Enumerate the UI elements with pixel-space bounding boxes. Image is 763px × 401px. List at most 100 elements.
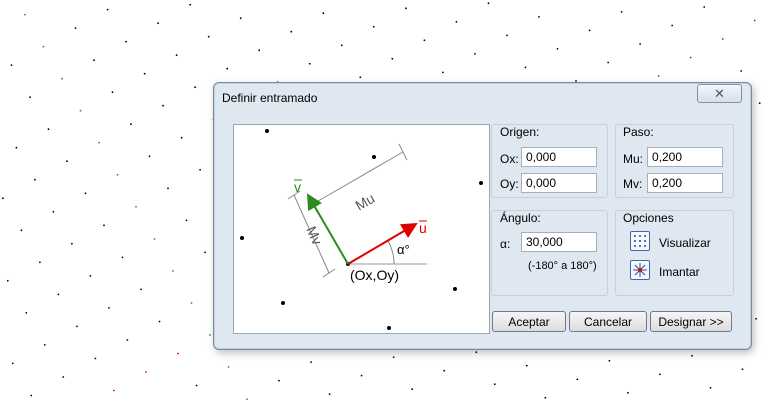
background-dot [755, 317, 757, 320]
background-dot [143, 72, 146, 75]
alpha-label: α° [397, 242, 410, 257]
background-dot [544, 396, 547, 399]
u-label: u [419, 220, 427, 236]
background-dot [71, 242, 73, 245]
background-dot [405, 7, 407, 10]
background-dot [392, 356, 395, 358]
background-dot [106, 8, 109, 11]
background-dot [66, 160, 68, 163]
dialog-title: Definir entramado [222, 91, 318, 105]
background-dot [76, 325, 78, 328]
mu-label: Mu: [623, 152, 644, 166]
angulo-label: Ángulo: [500, 211, 541, 225]
background-dot [740, 70, 743, 72]
ox-label: Ox: [500, 152, 519, 166]
oy-input[interactable] [521, 173, 597, 193]
visualizar-label[interactable]: Visualizar [659, 236, 711, 250]
mu-input[interactable] [647, 147, 723, 167]
background-dot [442, 71, 444, 74]
background-dot [153, 238, 156, 240]
background-dot [359, 76, 362, 79]
background-dot [98, 141, 100, 144]
background-dot [721, 38, 724, 40]
background-dot [493, 383, 496, 386]
background-dot [145, 371, 147, 373]
background-dot [15, 146, 18, 149]
close-icon: ✕ [714, 86, 725, 101]
background-dot [659, 373, 661, 376]
background-dot [290, 30, 293, 33]
background-dot [620, 11, 623, 13]
background-dot [443, 369, 446, 372]
background-dot [199, 168, 202, 171]
background-dot [340, 44, 343, 47]
imantar-label[interactable]: Imantar [659, 265, 700, 279]
background-dot [57, 293, 60, 296]
background-dot [538, 16, 540, 18]
lattice-point [479, 181, 483, 185]
background-dot [195, 384, 198, 387]
lattice-point [265, 129, 269, 133]
background-dot [94, 357, 97, 360]
background-dot [140, 288, 142, 291]
background-dot [239, 17, 242, 20]
background-dot [190, 302, 193, 304]
definir-entramado-dialog: Definir entramado ✕ v u Mu Mv α° (Ox,Oy)… [213, 82, 752, 350]
background-dot [246, 398, 248, 400]
background-dot [204, 251, 206, 254]
background-dot [20, 229, 23, 232]
background-dot [24, 13, 26, 16]
background-dot [310, 361, 312, 363]
background-dot [709, 386, 712, 389]
background-dot [608, 359, 611, 362]
background-dot [524, 66, 527, 69]
background-dot [62, 376, 65, 378]
background-dot [113, 389, 115, 392]
lattice-diagram: v u Mu Mv α° (Ox,Oy) [240, 129, 483, 330]
background-dot [506, 34, 508, 37]
lattice-point [453, 287, 457, 291]
background-dot [391, 57, 394, 60]
grid-dots-icon[interactable] [630, 231, 650, 251]
snap-magnet-icon[interactable] [630, 260, 650, 280]
designar-button[interactable]: Designar >> [650, 311, 732, 332]
opciones-label: Opciones [623, 211, 674, 225]
background-dot [455, 20, 458, 23]
background-dot [753, 19, 756, 22]
close-button[interactable]: ✕ [697, 84, 742, 103]
background-dot [423, 39, 426, 42]
background-dot [226, 67, 229, 70]
background-dot [148, 155, 151, 158]
background-dot [172, 270, 174, 272]
background-dot [689, 56, 692, 59]
ox-input[interactable] [521, 147, 597, 167]
background-dot [34, 178, 36, 181]
background-dot [25, 312, 28, 314]
background-dot [10, 64, 13, 66]
background-dot [209, 334, 211, 336]
background-dot [43, 344, 46, 346]
background-dot [691, 354, 693, 357]
aceptar-button[interactable]: Aceptar [492, 311, 566, 332]
background-dot [474, 53, 476, 55]
background-dot [79, 109, 82, 112]
background-dot [258, 49, 261, 52]
cancelar-button[interactable]: Cancelar [569, 311, 647, 332]
angle-arc [387, 240, 395, 265]
mv-label: Mv [303, 224, 325, 248]
background-dot [180, 136, 183, 139]
mv-label: Mv: [623, 177, 643, 191]
background-dot [47, 128, 50, 131]
snap-magnet-icon-graphic [633, 263, 647, 277]
background-dot [61, 77, 63, 80]
background-dot [741, 368, 744, 371]
origin-label: (Ox,Oy) [350, 267, 399, 283]
lattice-preview: v u Mu Mv α° (Ox,Oy) [233, 124, 490, 334]
title-bar[interactable]: Definir entramado ✕ [214, 83, 751, 111]
mv-input[interactable] [647, 173, 723, 193]
background-dot [52, 210, 55, 213]
background-dot [175, 54, 178, 57]
alpha-input[interactable] [521, 232, 597, 252]
background-dot [177, 352, 179, 355]
background-dot [2, 197, 4, 200]
